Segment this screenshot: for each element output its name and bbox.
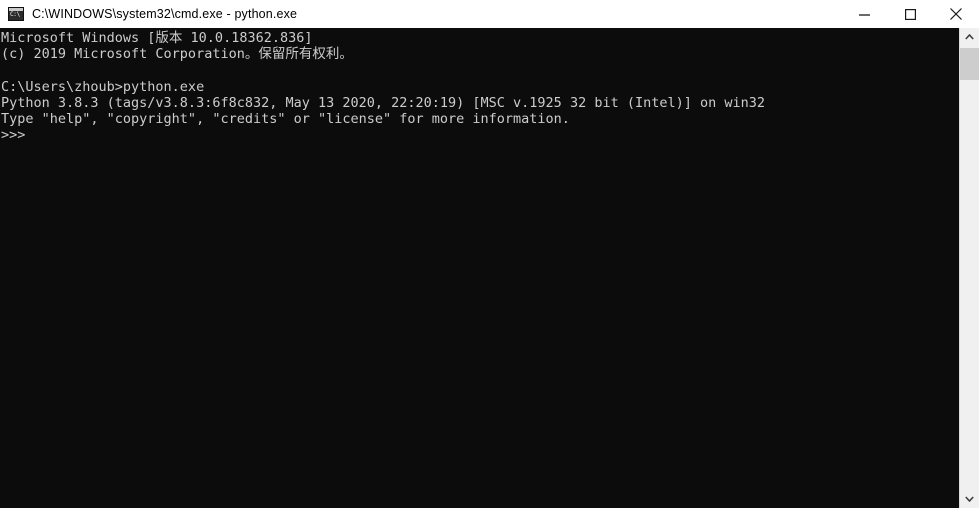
window-title: C:\WINDOWS\system32\cmd.exe - python.exe <box>32 7 298 21</box>
maximize-button[interactable] <box>887 0 933 28</box>
cmd-window: C:\ C:\WINDOWS\system32\cmd.exe - python… <box>0 0 979 508</box>
scroll-down-arrow-icon[interactable] <box>960 490 979 508</box>
title-bar[interactable]: C:\ C:\WINDOWS\system32\cmd.exe - python… <box>0 0 979 28</box>
console-output-area[interactable]: Microsoft Windows [版本 10.0.18362.836] (c… <box>0 28 959 508</box>
cmd-icon: C:\ <box>8 7 24 21</box>
vertical-scrollbar[interactable] <box>959 28 979 508</box>
scroll-up-arrow-icon[interactable] <box>960 28 979 46</box>
cmd-icon-prompt-text: C:\ <box>10 11 20 18</box>
window-controls <box>841 0 979 28</box>
close-button[interactable] <box>933 0 979 28</box>
minimize-button[interactable] <box>841 0 887 28</box>
scrollbar-track[interactable] <box>960 46 979 490</box>
console-text: Microsoft Windows [版本 10.0.18362.836] (c… <box>1 30 766 144</box>
scrollbar-thumb[interactable] <box>960 48 979 80</box>
